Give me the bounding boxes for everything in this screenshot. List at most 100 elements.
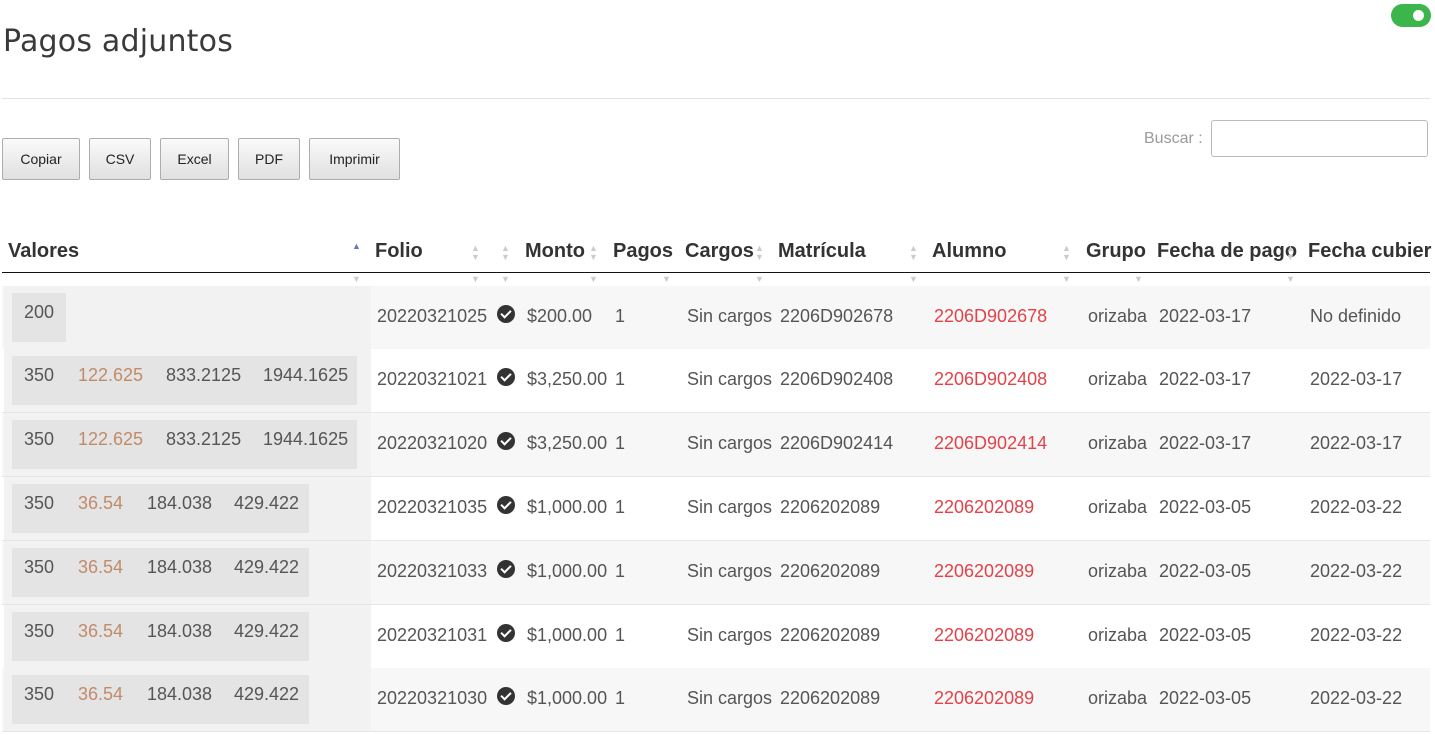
matricula-cell: 2206202089: [780, 497, 881, 517]
grupo-cell: orizaba: [1088, 625, 1148, 645]
grupo-cell: orizaba: [1088, 369, 1148, 389]
column-header-valores[interactable]: Valores: [8, 240, 79, 263]
monto-cell: $200.00: [527, 306, 593, 326]
toggle-switch[interactable]: [1391, 4, 1431, 27]
valor-value: 184.038: [147, 493, 213, 513]
sort-icon[interactable]: ▼: [352, 275, 361, 284]
check-circle-icon: [497, 432, 515, 450]
valor-value: 429.422: [234, 557, 300, 577]
valor-value: 36.54: [78, 493, 124, 513]
valor-value: 350: [24, 621, 55, 641]
sort-icon[interactable]: ▼: [1286, 275, 1295, 284]
column-header-grupo[interactable]: Grupo: [1086, 240, 1146, 263]
check-circle-icon: [497, 624, 515, 642]
folio-cell: 20220321025: [377, 306, 488, 326]
sort-icon[interactable]: ▲ ▼: [1062, 244, 1071, 262]
matricula-cell: 2206D902414: [780, 433, 894, 453]
alumno-link[interactable]: 2206202089: [934, 561, 1034, 582]
valor-value: 200: [24, 302, 55, 322]
cargos-cell: Sin cargos: [687, 497, 773, 517]
monto-cell: $3,250.00: [527, 433, 608, 453]
column-header-fecha-pago[interactable]: Fecha de pago: [1157, 240, 1297, 263]
matricula-cell: 2206D902678: [780, 306, 894, 326]
check-circle-icon: [497, 368, 515, 386]
grupo-cell: orizaba: [1088, 497, 1148, 517]
sort-icon[interactable]: ▼: [755, 275, 764, 284]
column-header-matricula[interactable]: Matrícula: [778, 240, 866, 263]
alumno-link[interactable]: 2206202089: [934, 497, 1034, 518]
sort-icon[interactable]: ▲ ▼: [1286, 244, 1295, 262]
folio-cell: 20220321021: [377, 369, 488, 389]
alumno-link[interactable]: 2206D902678: [934, 306, 1047, 327]
fecha-pago-cell: 2022-03-17: [1159, 369, 1252, 389]
pdf-button[interactable]: PDF: [238, 138, 300, 180]
column-header-cargos[interactable]: Cargos: [685, 240, 754, 263]
fecha-pago-cell: 2022-03-05: [1159, 688, 1252, 708]
valor-value: 122.625: [78, 365, 144, 385]
copy-button[interactable]: Copiar: [2, 138, 80, 180]
print-button[interactable]: Imprimir: [309, 138, 400, 180]
sort-icon[interactable]: ▼: [1062, 275, 1071, 284]
table-row: 350 36.54 184.038 429.422 20220321035 $1,000.…: [2, 477, 1430, 541]
valor-value: 429.422: [234, 621, 300, 641]
column-header-pagos[interactable]: Pagos: [613, 240, 673, 263]
search-input[interactable]: [1211, 120, 1428, 157]
sort-icon[interactable]: ▼: [1134, 275, 1143, 284]
valores-cell: 350 122.625 833.2125 1944.1625: [4, 413, 371, 476]
valor-value: 350: [24, 365, 55, 385]
folio-cell: 20220321035: [377, 497, 488, 517]
check-circle-icon: [497, 496, 515, 514]
sort-asc-icon[interactable]: ▲: [352, 242, 361, 251]
cargos-cell: Sin cargos: [687, 561, 773, 581]
valores-cell: 350 36.54 184.038 429.422: [4, 605, 371, 668]
fecha-cubierta-cell: No definido: [1310, 306, 1402, 326]
csv-button[interactable]: CSV: [89, 138, 151, 180]
valores-cell: 200: [4, 286, 371, 349]
sort-icon[interactable]: ▲ ▼: [909, 244, 918, 262]
folio-cell: 20220321031: [377, 625, 488, 645]
sort-icon[interactable]: ▼: [662, 275, 671, 284]
sort-icon[interactable]: ▼: [589, 275, 598, 284]
sort-icon[interactable]: ▼: [471, 275, 480, 284]
valor-value: 36.54: [78, 557, 124, 577]
table-row: 200 20220321025 $200.00 1 Sin cargos 2206D902…: [2, 286, 1430, 350]
excel-button[interactable]: Excel: [160, 138, 229, 180]
alumno-link[interactable]: 2206D902408: [934, 369, 1047, 390]
column-header-folio[interactable]: Folio: [375, 240, 423, 263]
monto-cell: $1,000.00: [527, 688, 608, 708]
pagos-cell: 1: [615, 625, 626, 645]
sort-icon[interactable]: ▲ ▼: [471, 244, 480, 262]
sort-icon[interactable]: ▲ ▼: [589, 244, 598, 262]
sort-icon[interactable]: ▼: [909, 275, 918, 284]
pagos-cell: 1: [615, 688, 626, 708]
cargos-cell: Sin cargos: [687, 688, 773, 708]
fecha-pago-cell: 2022-03-05: [1159, 497, 1252, 517]
search-label: Buscar :: [1144, 130, 1203, 147]
pagos-cell: 1: [615, 497, 626, 517]
sort-icon[interactable]: ▲ ▼: [501, 244, 510, 262]
table-row: 350 122.625 833.2125 1944.1625 20220321021 $3…: [2, 349, 1430, 413]
export-toolbar: Copiar CSV Excel PDF Imprimir: [2, 138, 409, 180]
valor-value: 36.54: [78, 621, 124, 641]
page-title: Pagos adjuntos: [3, 24, 234, 59]
valores-cell: 350 36.54 184.038 429.422: [4, 541, 371, 604]
matricula-cell: 2206202089: [780, 688, 881, 708]
alumno-link[interactable]: 2206202089: [934, 688, 1034, 709]
valor-value: 350: [24, 493, 55, 513]
sort-icon[interactable]: ▼: [501, 275, 510, 284]
valor-value: 184.038: [147, 557, 213, 577]
grupo-cell: orizaba: [1088, 306, 1148, 326]
fecha-pago-cell: 2022-03-17: [1159, 433, 1252, 453]
grupo-cell: orizaba: [1088, 688, 1148, 708]
sort-icon[interactable]: ▲ ▼: [755, 244, 764, 262]
valores-cell: 350 36.54 184.038 429.422: [4, 668, 371, 731]
toggle-knob-icon: [1413, 10, 1424, 21]
table-row: 350 36.54 184.038 429.422 20220321031 $1,000.…: [2, 605, 1430, 669]
fecha-cubierta-cell: 2022-03-22: [1310, 688, 1403, 708]
alumno-link[interactable]: 2206D902414: [934, 433, 1047, 454]
column-header-fecha-cubierta[interactable]: Fecha cubier: [1308, 240, 1431, 263]
valor-value: 350: [24, 557, 55, 577]
column-header-alumno[interactable]: Alumno: [932, 240, 1006, 263]
alumno-link[interactable]: 2206202089: [934, 625, 1034, 646]
column-header-monto[interactable]: Monto: [525, 240, 585, 263]
